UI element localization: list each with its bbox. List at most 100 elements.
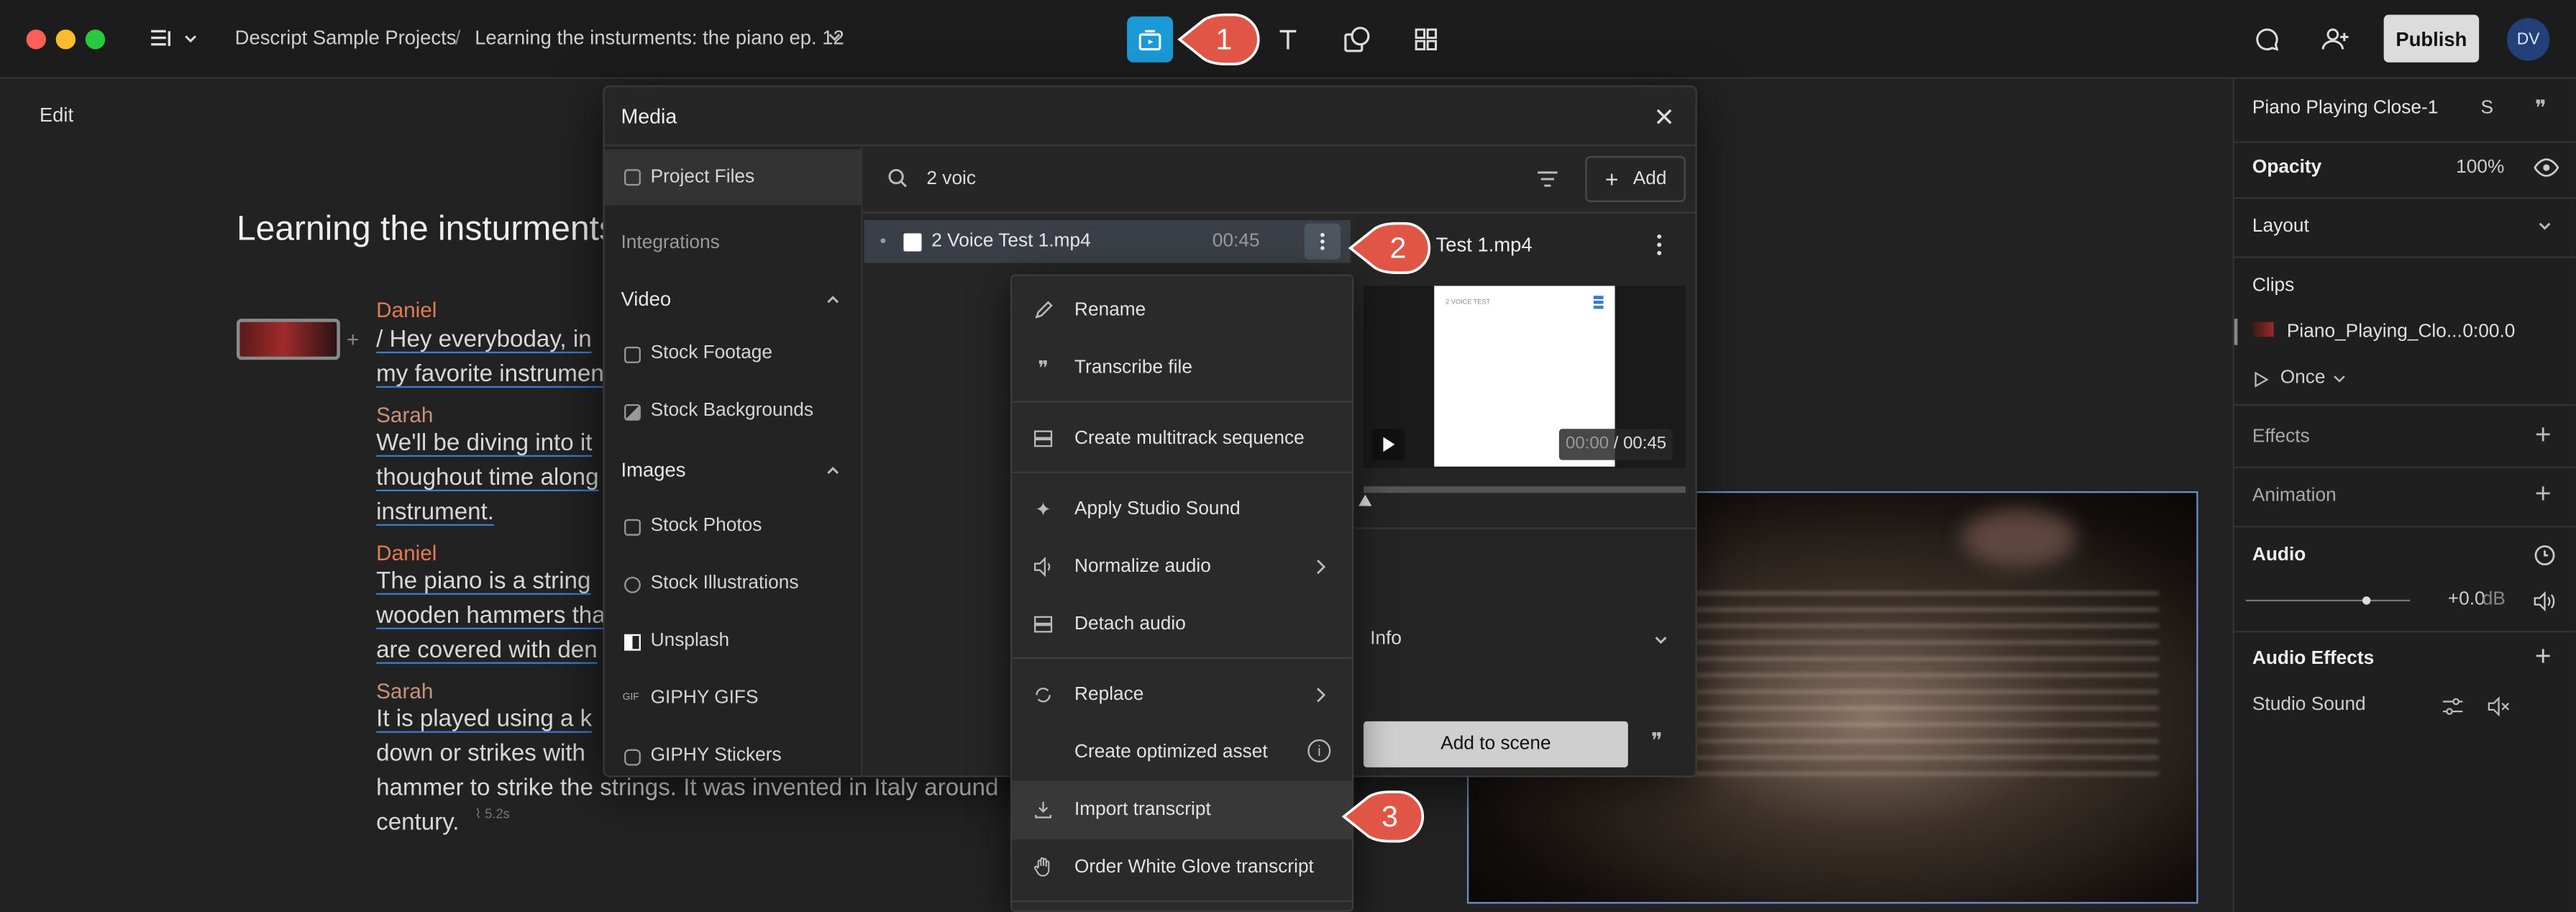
layout-section[interactable]: Layout: [2252, 217, 2309, 237]
media-button[interactable]: [1127, 16, 1174, 63]
sidebar-item-stock-illustrations[interactable]: Stock Illustrations: [651, 573, 799, 593]
sidebar-item-integrations[interactable]: Integrations: [621, 233, 720, 252]
quote-icon[interactable]: ❞: [2535, 95, 2547, 122]
transcript-line[interactable]: instrument.: [376, 499, 494, 526]
effects-section[interactable]: Effects: [2252, 427, 2310, 447]
chevron-down-icon[interactable]: [826, 31, 843, 44]
chevron-down-icon[interactable]: [2333, 373, 2346, 385]
gain-value[interactable]: +0.0: [2448, 590, 2485, 609]
zoom-window-button[interactable]: [85, 29, 106, 50]
sidebar-item-giphy-gifs[interactable]: GIPHY GIFS: [651, 688, 759, 708]
sidebar-item-stock-backgrounds[interactable]: Stock Backgrounds: [651, 401, 813, 420]
chevron-down-icon[interactable]: [2536, 220, 2553, 233]
clip-name[interactable]: Piano Playing Close-1: [2252, 99, 2438, 118]
transcript-line[interactable]: wooden hammers tha: [376, 603, 606, 629]
close-window-button[interactable]: [26, 29, 46, 50]
add-icon[interactable]: +: [347, 327, 359, 352]
sidebar-section-video[interactable]: Video: [621, 288, 672, 311]
chevron-up-icon[interactable]: [825, 293, 841, 306]
menu-item-import-transcript[interactable]: Import transcript: [1012, 780, 1353, 840]
minimize-window-button[interactable]: [55, 29, 76, 50]
shapes-tool-button[interactable]: [1335, 18, 1378, 60]
more-vertical-icon[interactable]: [1648, 232, 1671, 258]
transcript-line[interactable]: thoughout time along: [376, 465, 598, 491]
play-button[interactable]: [1371, 429, 1405, 460]
loop-mode-select[interactable]: Once: [2280, 368, 2326, 388]
breadcrumb-document[interactable]: Learning the insturments: the piano ep. …: [475, 27, 844, 50]
sidebar-item-stock-photos[interactable]: Stock Photos: [651, 516, 762, 535]
info-section-header[interactable]: Info: [1370, 629, 1402, 649]
speaker-label[interactable]: Sarah: [376, 403, 433, 427]
sidebar-item-giphy-stickers[interactable]: GIPHY Stickers: [651, 746, 782, 765]
speaker-label[interactable]: Sarah: [376, 678, 433, 703]
info-icon[interactable]: i: [1307, 739, 1331, 762]
breadcrumb-project[interactable]: Descript Sample Projects: [235, 27, 457, 50]
grid-tool-button[interactable]: [1405, 18, 1447, 60]
transcript-line[interactable]: are covered with den: [376, 637, 598, 664]
search-input[interactable]: 2 voic: [926, 169, 976, 188]
sliders-icon[interactable]: [2442, 697, 2465, 716]
clip-item-time[interactable]: 0:00.0: [2462, 322, 2515, 342]
clock-icon[interactable]: [2534, 544, 2557, 567]
menu-item-apply-studio-sound[interactable]: ✦ Apply Studio Sound: [1012, 480, 1352, 537]
volume-icon[interactable]: [2534, 591, 2557, 611]
animation-section[interactable]: Animation: [2252, 486, 2337, 506]
gap-marker[interactable]: ⌇ 5.2s: [475, 807, 510, 822]
transcript-line[interactable]: We'll be diving into it: [376, 431, 592, 457]
preview-player[interactable]: 2 VOICE TEST 00:00 / 00:45: [1364, 286, 1686, 469]
transcript-line[interactable]: hammer to strike the strings. It was inv…: [376, 775, 998, 802]
volume-slider[interactable]: [2245, 599, 2411, 602]
clip-item-name[interactable]: Piano_Playing_Clo...: [2287, 322, 2462, 342]
menu-item-transcribe-file[interactable]: ❞ Transcribe file: [1012, 339, 1352, 396]
speaker-label[interactable]: Daniel: [376, 541, 437, 565]
close-icon[interactable]: [1653, 105, 1676, 128]
more-options-button[interactable]: [1304, 223, 1341, 260]
add-audio-effect-icon[interactable]: +: [2535, 641, 2552, 674]
transcript-line[interactable]: down or strikes with: [376, 741, 585, 767]
sidebar-item-stock-footage[interactable]: Stock Footage: [651, 343, 772, 362]
sidebar-section-images[interactable]: Images: [621, 458, 686, 481]
menu-item-normalize-audio[interactable]: Normalize audio: [1012, 537, 1352, 595]
menu-item-order-white-glove-transcript[interactable]: Order White Glove transcript: [1012, 838, 1352, 895]
breadcrumb-separator: /: [455, 26, 461, 50]
volume-slider-thumb[interactable]: [2362, 596, 2371, 605]
callout-step-1: 1: [1177, 12, 1262, 68]
studio-sound-label[interactable]: Studio Sound: [2252, 695, 2366, 714]
mute-icon[interactable]: [2488, 696, 2511, 716]
clip-thumbnail[interactable]: [236, 319, 340, 360]
menu-item-create-multitrack-sequence[interactable]: Create multitrack sequence: [1012, 409, 1352, 467]
transcript-line[interactable]: The piano is a string: [376, 568, 590, 595]
file-row[interactable]: 2 Voice Test 1.mp4 00:45: [864, 220, 1351, 263]
text-tool-button[interactable]: [1266, 18, 1309, 60]
menu-item-rename[interactable]: Rename: [1012, 281, 1352, 339]
sidebar-item-project-files[interactable]: Project Files: [604, 149, 863, 206]
add-to-scene-button[interactable]: Add to scene: [1364, 721, 1628, 767]
shortcut-badge[interactable]: S: [2480, 99, 2493, 118]
chevron-down-icon[interactable]: [1653, 634, 1669, 647]
menu-item-detach-audio[interactable]: Detach audio: [1012, 595, 1352, 652]
transcript-line[interactable]: century.: [376, 810, 459, 836]
speaker-label[interactable]: Daniel: [376, 297, 437, 322]
filter-icon[interactable]: [1536, 169, 1559, 188]
chevron-up-icon[interactable]: [825, 463, 841, 476]
opacity-value[interactable]: 100%: [2456, 158, 2504, 177]
comments-button[interactable]: [2246, 18, 2288, 60]
menu-item-create-optimized-asset[interactable]: Create optimized asset: [1012, 723, 1352, 780]
publish-button[interactable]: Publish: [2383, 14, 2480, 63]
edit-mode-label[interactable]: Edit: [40, 104, 73, 127]
playhead-icon[interactable]: [1358, 494, 1372, 506]
add-animation-icon[interactable]: +: [2535, 478, 2552, 511]
add-media-button[interactable]: + Add: [1585, 156, 1686, 202]
scrubber-track[interactable]: [1364, 486, 1686, 493]
transcript-line[interactable]: / Hey everyboday, in: [376, 327, 592, 354]
transcribe-icon[interactable]: ❞: [1651, 728, 1663, 754]
add-effect-icon[interactable]: +: [2535, 419, 2552, 452]
transcript-line[interactable]: my favorite instrumen: [376, 362, 604, 388]
invite-button[interactable]: [2315, 18, 2357, 60]
transcript-line[interactable]: It is played using a k: [376, 706, 592, 733]
avatar[interactable]: DV: [2506, 18, 2550, 61]
menu-item-replace[interactable]: Replace: [1012, 665, 1352, 723]
app-menu-button[interactable]: [146, 24, 198, 54]
eye-icon[interactable]: [2534, 158, 2560, 177]
sidebar-item-unsplash[interactable]: Unsplash: [651, 631, 730, 650]
